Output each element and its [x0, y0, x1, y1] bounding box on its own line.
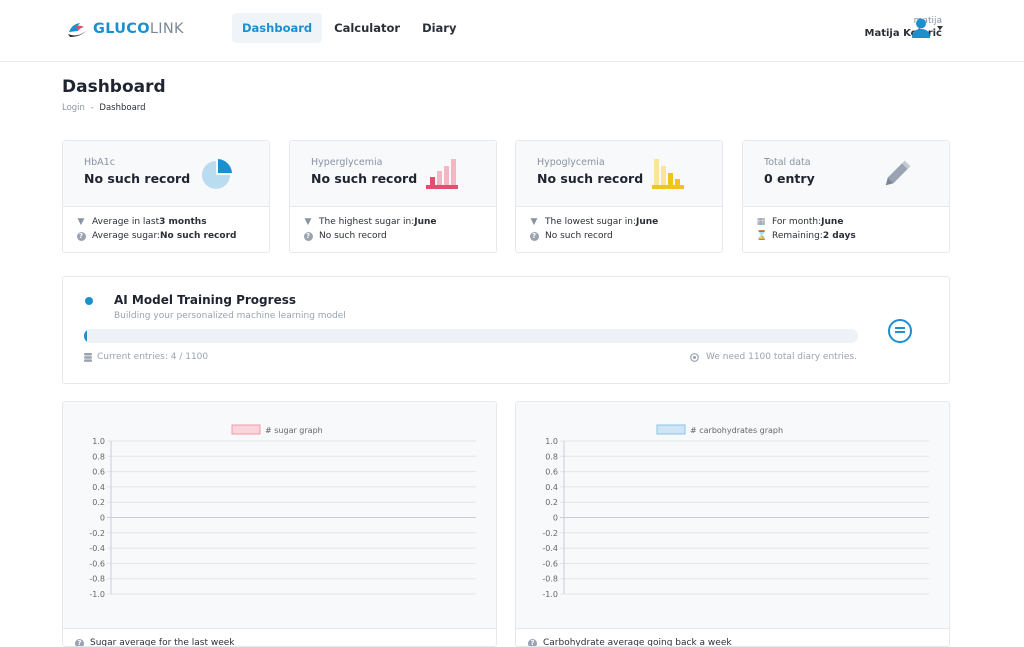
- y-tick-label: -0.2: [542, 529, 558, 538]
- y-tick-label: 0.6: [545, 468, 558, 477]
- legend-label[interactable]: # sugar graph: [265, 426, 323, 435]
- total-data-card: Total data 0 entry ▦ For month: June ⌛ R…: [742, 140, 950, 253]
- y-tick-label: -0.8: [89, 575, 105, 584]
- ai-training-panel: AI Model Training Progress Building your…: [62, 276, 950, 384]
- user-info[interactable]: matija Matija Kolarić: [865, 16, 942, 39]
- chart-footer: ? Carbohydrate average going back a week: [516, 628, 949, 647]
- calendar-icon: ▦: [756, 217, 766, 227]
- training-entries: Current entries: 4 / 1100: [84, 352, 208, 362]
- tag-icon: ▼: [77, 217, 85, 227]
- hourglass-icon: ⌛: [756, 231, 768, 241]
- card-info-line: ▦ For month: June: [756, 217, 844, 227]
- training-progress-bar: [84, 329, 858, 343]
- y-tick-label: -0.8: [542, 575, 558, 584]
- y-tick-label: -0.2: [89, 529, 105, 538]
- menu-icon[interactable]: [888, 319, 912, 343]
- breadcrumb-separator: -: [90, 103, 94, 113]
- legend-swatch[interactable]: [231, 424, 261, 435]
- chevron-down-icon[interactable]: [937, 26, 943, 30]
- y-tick-label: -0.4: [542, 544, 558, 553]
- training-title: AI Model Training Progress: [114, 293, 296, 307]
- user-avatar-icon[interactable]: [912, 18, 930, 38]
- page-title: Dashboard: [62, 77, 166, 97]
- chart-footer-text: Carbohydrate average going back a week: [543, 638, 732, 647]
- tag-icon: ▼: [530, 217, 538, 227]
- card-info-line: ? No such record: [303, 231, 387, 241]
- chart-footer: ? Sugar average for the last week: [63, 628, 496, 647]
- legend-label[interactable]: # carbohydrates graph: [690, 426, 783, 435]
- card-value: No such record: [537, 171, 644, 186]
- y-tick-label: -1.0: [542, 590, 558, 599]
- database-icon: [84, 352, 92, 362]
- pie-chart-icon: [202, 159, 232, 189]
- card-label: Hyperglycemia: [311, 157, 383, 168]
- training-subtitle: Building your personalized machine learn…: [114, 311, 346, 321]
- legend-swatch[interactable]: [656, 424, 686, 435]
- sugar-chart-card: # sugar graph 1.0 0.8 0.6 0.4 0.2 0 -0.2 -0.4 -0.…: [62, 401, 497, 647]
- bar-chart-up-icon: [426, 159, 458, 189]
- training-progress-fill: [84, 329, 87, 343]
- card-info-line: ⌛ Remaining: 2 days: [756, 231, 856, 241]
- top-navbar: GLUCOLINK Dashboard Calculator Diary mat…: [0, 0, 1024, 62]
- logo-text: GLUCOLINK: [93, 21, 184, 37]
- y-tick-label: -0.6: [89, 559, 105, 568]
- card-info-line: ▼ The lowest sugar in: June: [530, 217, 659, 227]
- y-tick-label: 0.6: [92, 468, 105, 477]
- card-value: No such record: [84, 171, 191, 186]
- chart-footer-text: Sugar average for the last week: [90, 638, 235, 647]
- hyperglycemia-card: Hyperglycemia No such record ▼ The highe…: [289, 140, 497, 253]
- question-icon: ?: [528, 638, 537, 646]
- card-label: HbA1c: [84, 157, 115, 168]
- y-tick-label: 0.4: [545, 483, 558, 492]
- nav-calculator[interactable]: Calculator: [324, 13, 410, 43]
- y-tick-label: -1.0: [89, 590, 105, 599]
- y-tick-label: 1.0: [92, 437, 105, 446]
- username: matija: [913, 16, 942, 26]
- user-fullname: Matija Kolarić: [864, 28, 942, 39]
- card-value: 0 entry: [764, 171, 815, 186]
- breadcrumb-current: Dashboard: [99, 103, 146, 113]
- card-info-line: ? Average sugar: No such record: [76, 231, 236, 241]
- card-label: Total data: [764, 157, 811, 168]
- card-value: No such record: [311, 171, 418, 186]
- hba1c-card: HbA1c No such record ▼ Average in last 3…: [62, 140, 270, 253]
- nav-diary[interactable]: Diary: [412, 13, 466, 43]
- card-info-line: ▼ The highest sugar in: June: [304, 217, 437, 227]
- y-tick-label: -0.4: [89, 544, 105, 553]
- y-tick-label: 0.8: [92, 452, 105, 461]
- training-requirement: We need 1100 total diary entries.: [690, 352, 857, 362]
- card-label: Hypoglycemia: [537, 157, 605, 168]
- app-logo[interactable]: GLUCOLINK: [66, 17, 184, 41]
- breadcrumb-home[interactable]: Login: [62, 103, 85, 113]
- y-tick-label: -0.6: [542, 559, 558, 568]
- tag-icon: ▼: [304, 217, 312, 227]
- bar-chart-down-icon: [652, 159, 684, 189]
- target-icon: [690, 352, 699, 362]
- sugar-chart: # sugar graph 1.0 0.8 0.6 0.4 0.2 0 -0.2 -0.4 -0.…: [89, 424, 476, 599]
- y-tick-label: 0.2: [92, 498, 105, 507]
- pencil-icon: [885, 160, 911, 186]
- question-icon: ?: [75, 638, 84, 646]
- y-tick-label: 0.4: [92, 483, 105, 492]
- y-tick-label: 0: [553, 514, 558, 523]
- question-icon: ?: [76, 231, 86, 241]
- card-info-line: ? No such record: [529, 231, 613, 241]
- question-icon: ?: [529, 231, 539, 241]
- breadcrumb: Login - Dashboard: [62, 103, 146, 113]
- y-tick-label: 0.8: [545, 452, 558, 461]
- hypoglycemia-card: Hypoglycemia No such record ▼ The lowest…: [515, 140, 723, 253]
- question-icon: ?: [303, 231, 313, 241]
- carbohydrates-chart: # carbohydrates graph 1.0 0.8 0.6 0.4 0.2 0 -0.…: [542, 424, 929, 599]
- main-nav: Dashboard Calculator Diary: [232, 13, 468, 43]
- status-dot: [85, 297, 93, 305]
- card-info-line: ▼ Average in last 3 months: [77, 217, 207, 227]
- carbohydrates-chart-card: # carbohydrates graph 1.0 0.8 0.6 0.4 0.2 0 -0.…: [515, 401, 950, 647]
- logo-icon: [68, 23, 86, 37]
- y-tick-label: 1.0: [545, 437, 558, 446]
- y-tick-label: 0: [100, 514, 105, 523]
- y-tick-label: 0.2: [545, 498, 558, 507]
- nav-dashboard[interactable]: Dashboard: [232, 13, 323, 43]
